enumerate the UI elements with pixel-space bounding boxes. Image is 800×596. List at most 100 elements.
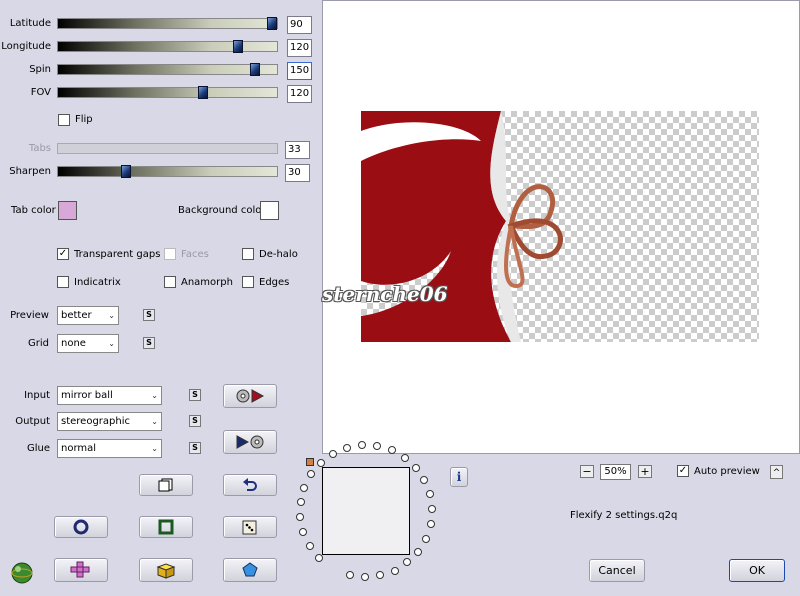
cross-net-icon	[70, 561, 90, 578]
chevron-down-icon: ⌄	[151, 391, 158, 400]
square-button[interactable]	[139, 516, 193, 538]
grid-s-button[interactable]: S	[143, 337, 155, 349]
preset-dot[interactable]	[300, 483, 309, 492]
preset-dot[interactable]	[413, 547, 422, 556]
auto-preview-checkbox[interactable]: ✓	[677, 465, 689, 477]
fov-input[interactable]: 120	[287, 85, 312, 103]
anamorph-checkbox[interactable]	[164, 276, 176, 288]
glue-s-button[interactable]: S	[189, 442, 201, 454]
preset-dot[interactable]	[299, 528, 308, 537]
preset-dot[interactable]	[373, 441, 382, 450]
longitude-slider[interactable]	[57, 40, 278, 53]
tabs-input[interactable]: 33	[285, 141, 310, 159]
preset-dot[interactable]	[400, 453, 409, 462]
sharpen-label: Sharpen	[9, 166, 51, 177]
preset-thumbnail[interactable]	[322, 467, 410, 555]
chevron-down-icon: ⌄	[108, 339, 115, 348]
tab-color-label: Tab color	[11, 205, 56, 216]
glue-select[interactable]: normal ⌄	[57, 439, 162, 458]
pentagon-button[interactable]	[223, 558, 277, 582]
preset-dot[interactable]	[376, 571, 385, 580]
output-s-button[interactable]: S	[189, 415, 201, 427]
cube-icon	[156, 563, 176, 579]
de-halo-checkbox[interactable]	[242, 248, 254, 260]
input-value: mirror ball	[61, 390, 113, 401]
disc-to-play-icon	[236, 389, 265, 403]
indicatrix-checkbox[interactable]	[57, 276, 69, 288]
input-select[interactable]: mirror ball ⌄	[57, 386, 162, 405]
latitude-slider-thumb[interactable]	[267, 17, 277, 30]
preset-dot[interactable]	[343, 443, 352, 452]
preset-dot[interactable]	[425, 490, 434, 499]
latitude-slider[interactable]	[57, 17, 278, 30]
preset-dot[interactable]	[296, 513, 305, 522]
fov-slider[interactable]	[57, 86, 278, 99]
spin-slider-thumb[interactable]	[250, 63, 260, 76]
flip-checkbox[interactable]	[58, 114, 70, 126]
preset-dot[interactable]	[421, 534, 430, 543]
cube-button[interactable]	[139, 558, 193, 582]
preset-dot[interactable]	[427, 505, 436, 514]
cross-button[interactable]	[54, 558, 108, 582]
spin-input[interactable]: 150	[287, 62, 312, 80]
zoom-in-button[interactable]: +	[638, 465, 652, 478]
preset-marker	[306, 458, 314, 466]
preset-dot[interactable]	[305, 541, 314, 550]
edges-label: Edges	[259, 277, 290, 288]
preset-dot[interactable]	[390, 566, 399, 575]
input-s-button[interactable]: S	[189, 389, 201, 401]
preset-dot[interactable]	[411, 463, 420, 472]
preset-dot[interactable]	[346, 571, 355, 580]
fov-slider-thumb[interactable]	[198, 86, 208, 99]
spin-slider[interactable]	[57, 63, 278, 76]
tabs-slider	[57, 143, 278, 154]
info-button[interactable]: i	[450, 467, 468, 487]
longitude-slider-thumb[interactable]	[233, 40, 243, 53]
preset-dot[interactable]	[403, 558, 412, 567]
latitude-input[interactable]: 90	[287, 16, 312, 34]
grid-label: Grid	[28, 338, 49, 349]
preset-dot[interactable]	[387, 446, 396, 455]
preview-select[interactable]: better ⌄	[57, 306, 119, 325]
preset-dot[interactable]	[317, 458, 326, 467]
globe-logo-icon[interactable]	[9, 560, 35, 584]
zoom-value[interactable]: 50%	[600, 464, 631, 480]
ok-button[interactable]: OK	[729, 559, 785, 582]
output-label: Output	[15, 416, 50, 427]
spin-label: Spin	[29, 64, 51, 75]
input-swap-button[interactable]	[223, 384, 277, 408]
background-color-label: Background color	[178, 205, 266, 216]
preview-s-button[interactable]: S	[143, 309, 155, 321]
collapse-button[interactable]: ^	[770, 465, 783, 479]
preset-dot[interactable]	[329, 449, 338, 458]
random-button[interactable]	[223, 516, 277, 538]
longitude-input[interactable]: 120	[287, 39, 312, 57]
preset-dot[interactable]	[361, 572, 370, 581]
sharpen-slider-thumb[interactable]	[121, 165, 131, 178]
output-swap-button[interactable]	[223, 430, 277, 454]
copy-icon	[158, 478, 173, 492]
background-color-swatch[interactable]	[260, 201, 279, 220]
flip-label: Flip	[75, 114, 93, 125]
anamorph-label: Anamorph	[181, 277, 233, 288]
cancel-button[interactable]: Cancel	[589, 559, 645, 582]
copy-button[interactable]	[139, 474, 193, 496]
ring-button[interactable]	[54, 516, 108, 538]
grid-value: none	[61, 338, 86, 349]
preset-dot[interactable]	[426, 520, 435, 529]
preset-dot[interactable]	[307, 470, 316, 479]
glue-value: normal	[61, 443, 97, 454]
grid-select[interactable]: none ⌄	[57, 334, 119, 353]
preset-dot[interactable]	[296, 498, 305, 507]
tab-color-swatch[interactable]	[58, 201, 77, 220]
undo-button[interactable]	[223, 474, 277, 496]
sharpen-input[interactable]: 30	[285, 164, 310, 182]
transparent-gaps-checkbox[interactable]: ✓	[57, 248, 69, 260]
edges-checkbox[interactable]	[242, 276, 254, 288]
preset-dot[interactable]	[315, 553, 324, 562]
output-select[interactable]: stereographic ⌄	[57, 412, 162, 431]
sharpen-slider[interactable]	[57, 165, 278, 178]
latitude-label: Latitude	[9, 18, 51, 29]
zoom-out-button[interactable]: −	[580, 465, 594, 478]
preset-dot[interactable]	[420, 476, 429, 485]
